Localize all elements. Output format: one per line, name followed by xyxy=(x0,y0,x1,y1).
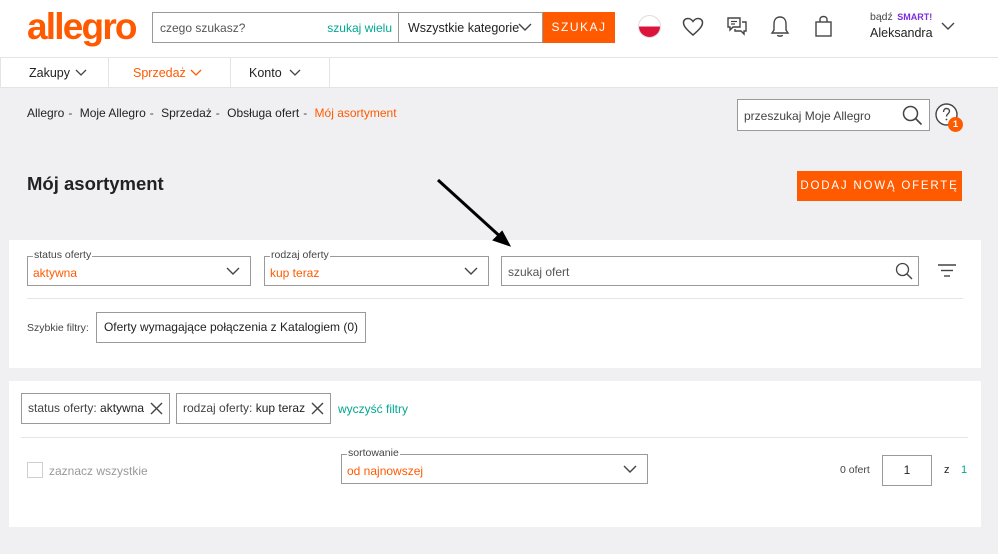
nav-item-label: Konto xyxy=(249,66,282,80)
search-placeholder: czego szukasz? xyxy=(160,21,246,35)
breadcrumb-current: Mój asortyment xyxy=(314,106,397,120)
filter-icon[interactable] xyxy=(938,264,956,277)
annotation-arrow xyxy=(436,178,512,247)
breadcrumb-item[interactable]: Obsługa ofert xyxy=(227,106,299,120)
chip-value: kup teraz xyxy=(255,401,306,415)
sort-value: od najnowszej xyxy=(347,464,424,478)
nav-item-label: Sprzedaż xyxy=(133,66,186,80)
sort-legend: sortowanie xyxy=(347,447,400,459)
breadcrumb-item[interactable]: Sprzedaż xyxy=(161,106,212,120)
shopping-bag-icon[interactable] xyxy=(814,15,833,38)
page-number-input[interactable]: 1 xyxy=(882,455,932,486)
close-icon[interactable] xyxy=(311,402,324,415)
main-nav: Zakupy Sprzedaż Konto xyxy=(0,58,998,88)
chip-key: rodzaj oferty: xyxy=(183,401,253,415)
page-title: Mój asortyment xyxy=(27,173,164,194)
search-icon[interactable] xyxy=(902,105,923,126)
offer-type-select[interactable]: rodzaj oferty kup teraz xyxy=(264,249,489,286)
my-allegro-search-input[interactable]: przeszukaj Moje Allegro xyxy=(737,99,930,131)
status-select[interactable]: status oferty aktywna xyxy=(27,249,251,286)
offer-type-value: kup teraz xyxy=(270,266,320,280)
user-name: Aleksandra xyxy=(870,26,933,40)
quick-filters-label: Szybkie filtry: xyxy=(27,322,89,334)
nav-item-label: Zakupy xyxy=(29,66,70,80)
select-all-checkbox[interactable] xyxy=(27,462,43,478)
allegro-logo[interactable]: allegro xyxy=(27,6,138,48)
active-filter-chip: status oferty: aktywna xyxy=(21,393,170,424)
divider xyxy=(21,437,968,438)
quick-filter-catalog-button[interactable]: Oferty wymagające połączenia z Katalogie… xyxy=(96,312,366,343)
offer-type-legend: rodzaj oferty xyxy=(270,249,330,261)
breadcrumb-item[interactable]: Moje Allegro xyxy=(80,106,146,120)
chevron-down-icon xyxy=(623,465,637,473)
heart-icon[interactable] xyxy=(682,17,704,37)
offer-search-input[interactable]: szukaj ofert xyxy=(501,256,919,286)
status-value: aktywna xyxy=(33,266,78,280)
chip-key: status oferty: xyxy=(28,401,97,415)
chevron-down-icon[interactable] xyxy=(941,22,955,31)
chevron-down-icon xyxy=(289,69,301,76)
close-icon[interactable] xyxy=(150,402,163,415)
category-value: Wszystkie kategorie xyxy=(408,21,520,35)
select-all-label[interactable]: zaznacz wszystkie xyxy=(49,464,148,478)
bell-icon[interactable] xyxy=(770,15,790,39)
search-many-link[interactable]: szukaj wielu xyxy=(327,21,392,35)
chevron-down-icon xyxy=(518,23,532,31)
breadcrumb-item[interactable]: Allegro xyxy=(27,106,64,120)
sort-select[interactable]: sortowanie od najnowszej xyxy=(341,447,648,484)
clear-filters-link[interactable]: wyczyść filtry xyxy=(338,402,408,416)
smart-badge: SMART! xyxy=(897,12,933,22)
status-legend: status oferty xyxy=(33,249,93,261)
nav-item-sprzedaz[interactable]: Sprzedaż xyxy=(109,58,231,88)
my-allegro-search-placeholder: przeszukaj Moje Allegro xyxy=(744,109,871,123)
offer-count: 0 ofert xyxy=(840,464,870,476)
help-badge: 1 xyxy=(948,117,963,132)
search-button[interactable]: SZUKAJ xyxy=(543,12,615,43)
chevron-down-icon xyxy=(226,267,240,275)
offer-search-placeholder: szukaj ofert xyxy=(508,265,570,279)
user-menu[interactable]: bądź SMART! Aleksandra xyxy=(870,7,933,40)
messages-icon[interactable] xyxy=(726,16,748,38)
poland-flag-icon[interactable] xyxy=(638,15,661,38)
breadcrumb: Allegro - Moje Allegro - Sprzedaż - Obsługa… xyxy=(27,106,397,120)
active-filter-chip: rodzaj oferty: kup teraz xyxy=(176,393,331,424)
become-label: bądź xyxy=(870,11,893,23)
category-select[interactable]: Wszystkie kategorie xyxy=(398,12,543,43)
chip-value: aktywna xyxy=(100,401,145,415)
chevron-down-icon xyxy=(190,69,202,76)
page-of-label: z xyxy=(944,464,950,476)
nav-item-zakupy[interactable]: Zakupy xyxy=(0,58,109,88)
search-input[interactable]: czego szukasz? szukaj wielu xyxy=(152,12,398,43)
chevron-down-icon xyxy=(464,267,478,275)
search-icon[interactable] xyxy=(895,262,913,280)
add-offer-button[interactable]: DODAJ NOWĄ OFERTĘ xyxy=(797,171,962,201)
divider xyxy=(27,298,963,299)
nav-item-konto[interactable]: Konto xyxy=(231,58,330,88)
total-pages-link[interactable]: 1 xyxy=(961,464,967,476)
top-header: allegro czego szukasz? szukaj wielu Wszy… xyxy=(0,0,998,58)
chevron-down-icon xyxy=(75,69,87,76)
